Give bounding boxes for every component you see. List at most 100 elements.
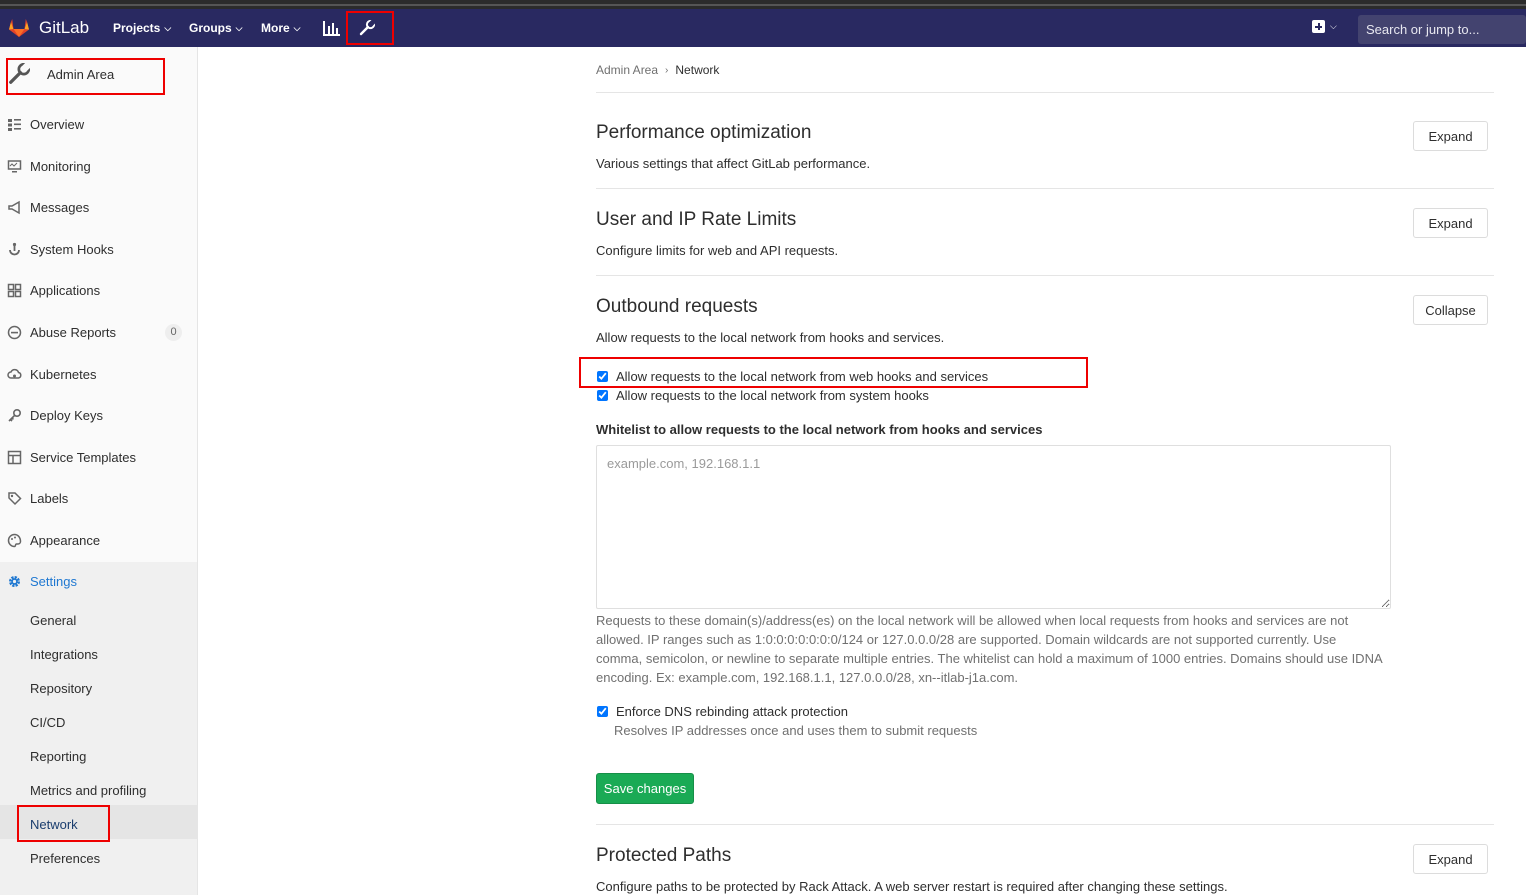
section-desc-protected-paths: Configure paths to be protected by Rack … (596, 879, 1228, 894)
groups-dropdown[interactable]: Groups ⌵ (189, 21, 243, 35)
settings-sub-preferences[interactable]: Preferences (30, 851, 100, 866)
chevron-down-icon: ⌵ (164, 22, 172, 33)
new-item-dropdown[interactable]: ⌵ (1312, 20, 1337, 33)
projects-dropdown[interactable]: Projects ⌵ (113, 21, 171, 35)
settings-sub-metrics[interactable]: Metrics and profiling (30, 783, 146, 798)
breadcrumb: Admin Area › Network (596, 63, 719, 77)
dns-rebinding-help: Resolves IP addresses once and uses them… (614, 723, 978, 738)
settings-sub-general[interactable]: General (30, 613, 76, 628)
whitelist-label: Whitelist to allow requests to the local… (596, 422, 1043, 437)
settings-sub-integrations[interactable]: Integrations (30, 647, 98, 662)
sidebar-item-deploy-keys[interactable]: Deploy Keys (7, 408, 103, 423)
window-top-strip (0, 0, 1526, 9)
palette-icon (7, 533, 22, 548)
search-input[interactable] (1358, 15, 1526, 44)
settings-sub-network[interactable]: Network (30, 817, 78, 832)
sidebar-item-settings[interactable]: Settings (7, 574, 77, 589)
section-title-performance: Performance optimization (596, 122, 812, 143)
sidebar-item-kubernetes[interactable]: Kubernetes (7, 367, 97, 382)
activity-chart-icon[interactable] (321, 18, 343, 38)
settings-sub-reporting[interactable]: Reporting (30, 749, 86, 764)
overview-icon (8, 119, 21, 131)
settings-sub-cicd[interactable]: CI/CD (30, 715, 65, 730)
whitelist-textarea[interactable] (596, 445, 1391, 609)
system-hooks-checkbox-label: Allow requests to the local network from… (616, 388, 929, 403)
sidebar-item-service-templates[interactable]: Service Templates (7, 450, 136, 465)
divider (596, 275, 1494, 276)
dns-rebinding-checkbox-label: Enforce DNS rebinding attack protection (616, 704, 848, 719)
sidebar-item-label: Labels (30, 491, 69, 506)
sidebar-item-label: Service Templates (30, 450, 136, 465)
sidebar-item-label: Deploy Keys (30, 408, 103, 423)
sidebar-item-abuse-reports[interactable]: Abuse Reports (7, 325, 116, 340)
dns-rebinding-checkbox[interactable] (597, 706, 608, 717)
hook-icon (9, 242, 20, 256)
top-navbar: GitLab Projects ⌵ Groups ⌵ More ⌵ ⌵ (0, 9, 1526, 47)
sidebar-item-label: Settings (30, 574, 77, 589)
divider (596, 188, 1494, 189)
sidebar-item-overview[interactable]: Overview (7, 117, 84, 132)
section-desc-rate-limits: Configure limits for web and API request… (596, 243, 839, 258)
cloud-gear-icon (7, 368, 22, 379)
sidebar-item-label: System Hooks (30, 242, 114, 257)
sidebar-item-applications[interactable]: Applications (7, 283, 100, 298)
whitelist-help-text: Requests to these domain(s)/address(es) … (596, 613, 1382, 685)
admin-sidebar: Admin Area Overview Monitoring Messages … (0, 47, 198, 895)
admin-wrench-icon[interactable] (356, 18, 378, 38)
sidebar-item-appearance[interactable]: Appearance (7, 533, 100, 548)
web-hooks-checkbox-row[interactable]: Allow requests to the local network from… (596, 369, 988, 384)
more-dropdown[interactable]: More ⌵ (261, 21, 301, 35)
divider (596, 92, 1494, 93)
dns-rebinding-checkbox-row[interactable]: Enforce DNS rebinding attack protection (596, 704, 848, 719)
collapse-outbound-button[interactable]: Collapse (1413, 295, 1488, 325)
section-desc-outbound: Allow requests to the local network from… (596, 330, 945, 345)
applications-icon (7, 283, 22, 298)
monitor-icon (7, 160, 22, 173)
abuse-count-badge: 0 (165, 324, 182, 341)
projects-label: Projects (113, 21, 161, 35)
template-icon (7, 450, 22, 465)
plus-square-icon (1312, 20, 1325, 33)
sidebar-item-label: Overview (30, 117, 85, 132)
brand-name: GitLab (39, 18, 90, 37)
groups-label: Groups (189, 21, 232, 35)
sidebar-item-system-hooks[interactable]: System Hooks (7, 242, 114, 257)
wrench-icon (9, 63, 30, 84)
sidebar-header[interactable]: Admin Area (8, 63, 114, 85)
sidebar-item-label: Applications (30, 283, 101, 298)
sidebar-item-messages[interactable]: Messages (7, 200, 89, 215)
sidebar-item-labels[interactable]: Labels (7, 491, 68, 506)
tanuki-icon (9, 19, 29, 37)
breadcrumb-parent[interactable]: Admin Area (596, 63, 658, 77)
sidebar-item-label: Appearance (30, 533, 101, 548)
web-hooks-checkbox-label: Allow requests to the local network from… (616, 369, 989, 384)
key-icon (8, 408, 22, 422)
sidebar-item-label: Monitoring (30, 159, 91, 174)
gitlab-logo[interactable]: GitLab (8, 18, 89, 38)
expand-rate-limits-button[interactable]: Expand (1413, 208, 1488, 238)
expand-protected-paths-button[interactable]: Expand (1413, 844, 1488, 874)
save-changes-button[interactable]: Save changes (596, 773, 694, 804)
section-title-protected-paths: Protected Paths (596, 845, 732, 866)
sidebar-item-label: Messages (30, 200, 90, 215)
divider (596, 824, 1494, 825)
more-label: More (261, 21, 290, 35)
section-title-rate-limits: User and IP Rate Limits (596, 209, 797, 230)
system-hooks-checkbox-row[interactable]: Allow requests to the local network from… (596, 388, 929, 403)
chevron-down-icon: ⌵ (1330, 21, 1337, 31)
sidebar-title: Admin Area (47, 66, 115, 82)
bullhorn-icon (8, 200, 20, 215)
web-hooks-checkbox[interactable] (597, 371, 608, 382)
expand-performance-button[interactable]: Expand (1413, 121, 1488, 151)
section-desc-performance: Various settings that affect GitLab perf… (596, 156, 871, 171)
breadcrumb-current[interactable]: Network (675, 63, 719, 77)
chevron-down-icon: ⌵ (235, 22, 243, 33)
system-hooks-checkbox[interactable] (597, 390, 608, 401)
settings-sub-repository[interactable]: Repository (30, 681, 92, 696)
chevron-down-icon: ⌵ (293, 22, 301, 33)
section-title-outbound: Outbound requests (596, 296, 758, 317)
label-icon (8, 492, 22, 506)
chevron-right-icon: › (665, 64, 669, 76)
sidebar-item-label: Abuse Reports (30, 325, 116, 340)
sidebar-item-monitoring[interactable]: Monitoring (7, 159, 91, 174)
